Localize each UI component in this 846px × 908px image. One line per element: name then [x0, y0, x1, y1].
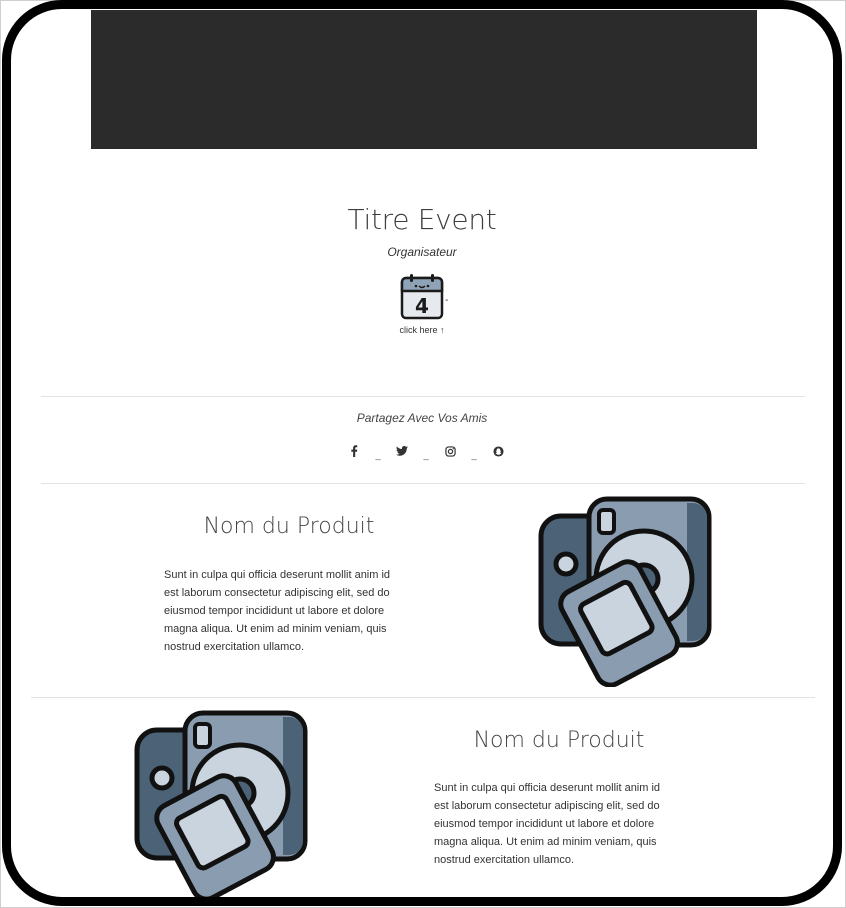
camera-icon	[133, 709, 309, 897]
social-links: _ _ _	[347, 443, 505, 460]
camera-icon	[537, 495, 713, 692]
event-banner	[91, 10, 757, 149]
product-title: Nom du Produit	[473, 728, 645, 753]
social-separator: _	[423, 450, 429, 460]
share-title: Partagez Avec Vos Amis	[356, 411, 488, 425]
twitter-icon[interactable]	[395, 444, 409, 458]
calendar-icon[interactable]: 4	[400, 273, 444, 320]
product-title: Nom du Produit	[203, 514, 375, 539]
calendar-day: 4	[415, 294, 429, 318]
product-description: Sunt in culpa qui officia deserunt molli…	[434, 782, 661, 866]
product-description: Sunt in culpa qui officia deserunt molli…	[164, 569, 391, 653]
divider	[31, 697, 815, 698]
calendar-separator: -	[445, 295, 449, 306]
social-separator: _	[375, 450, 381, 460]
device-frame: Titre Event Organisateur 4 - click here …	[2, 0, 842, 906]
event-title: Titre Event	[347, 203, 497, 236]
divider	[41, 396, 805, 397]
facebook-icon[interactable]	[347, 444, 361, 458]
event-organizer: Organisateur	[387, 245, 457, 259]
instagram-icon[interactable]	[443, 444, 457, 458]
click-here-link[interactable]: click here ↑	[11, 325, 833, 335]
social-separator: _	[471, 450, 477, 460]
snapchat-icon[interactable]	[491, 444, 505, 458]
divider	[41, 483, 805, 484]
